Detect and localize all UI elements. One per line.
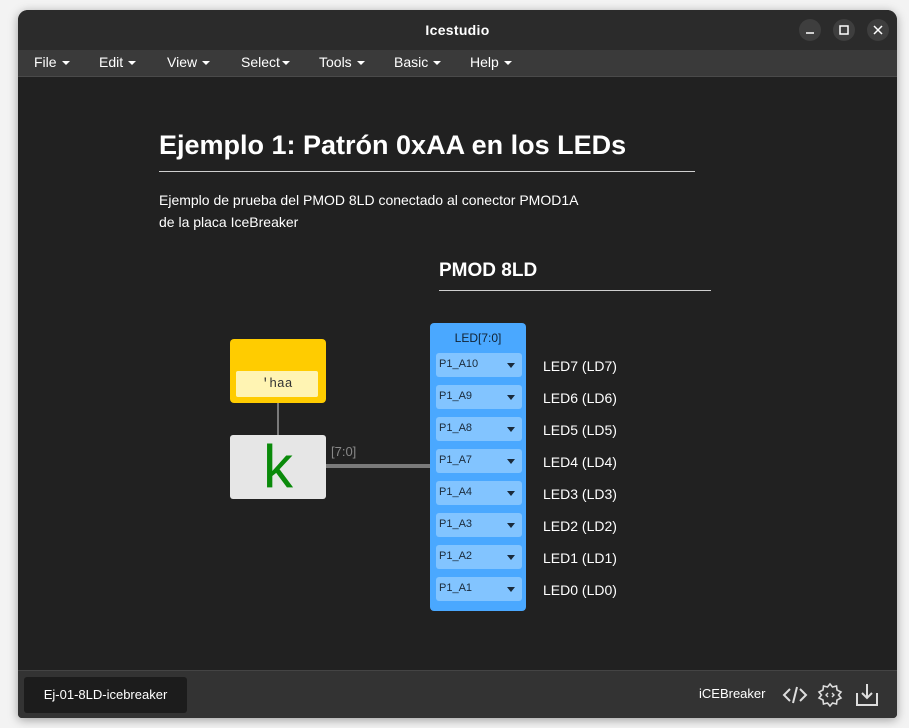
constant-value[interactable]: 'haa <box>236 371 318 397</box>
led-label: LED3 (LD3) <box>543 486 617 502</box>
menu-view-label: View <box>167 54 198 70</box>
app-window: Icestudio File Edit View Select Tools Ba… <box>18 10 897 718</box>
code-icon[interactable] <box>781 681 809 709</box>
pin-label: P1_A9 <box>439 390 473 402</box>
k-block-label: k <box>263 433 293 500</box>
led-label: LED5 (LD5) <box>543 422 617 438</box>
chevron-down-icon <box>281 61 290 66</box>
menu-edit-label: Edit <box>99 54 124 70</box>
chevron-down-icon <box>507 587 515 592</box>
settings-icon[interactable] <box>816 681 844 709</box>
chevron-down-icon <box>507 459 515 464</box>
pin-select[interactable]: P1_A7 <box>436 449 522 473</box>
led-label: LED6 (LD6) <box>543 390 617 406</box>
menu-file-label: File <box>34 54 57 70</box>
menu-file[interactable]: File <box>34 50 70 76</box>
minimize-button[interactable] <box>799 19 821 41</box>
close-button[interactable] <box>867 19 889 41</box>
maximize-button[interactable] <box>833 19 855 41</box>
pin-label: P1_A10 <box>439 358 479 370</box>
pin-select[interactable]: P1_A9 <box>436 385 522 409</box>
led-label: LED4 (LD4) <box>543 454 617 470</box>
menu-help-label: Help <box>470 54 499 70</box>
download-icon[interactable] <box>853 681 881 709</box>
description-line-1: Ejemplo de prueba del PMOD 8LD conectado… <box>159 192 579 208</box>
chevron-down-icon <box>503 61 512 66</box>
pin-select[interactable]: P1_A4 <box>436 481 522 505</box>
menu-bar: File Edit View Select Tools Basic Help <box>18 50 897 77</box>
close-icon <box>873 25 883 35</box>
menu-tools[interactable]: Tools <box>319 50 365 76</box>
pin-select[interactable]: P1_A1 <box>436 577 522 601</box>
chevron-down-icon <box>507 427 515 432</box>
pin-select[interactable]: P1_A8 <box>436 417 522 441</box>
chevron-down-icon <box>507 555 515 560</box>
bus-wire[interactable] <box>326 464 430 468</box>
pmod-heading: PMOD 8LD <box>439 260 711 291</box>
k-block[interactable]: k <box>230 435 326 499</box>
minimize-icon <box>806 32 814 34</box>
menu-tools-label: Tools <box>319 54 352 70</box>
pin-label: P1_A1 <box>439 582 473 594</box>
chevron-down-icon <box>433 61 442 66</box>
status-bar: Ej-01-8LD-icebreaker iCEBreaker <box>18 670 897 718</box>
led-label: LED1 (LD1) <box>543 550 617 566</box>
menu-edit[interactable]: Edit <box>99 50 137 76</box>
title-bar: Icestudio <box>18 10 897 50</box>
pin-select[interactable]: P1_A3 <box>436 513 522 537</box>
page-title: Ejemplo 1: Patrón 0xAA en los LEDs <box>159 130 695 172</box>
pin-label: P1_A2 <box>439 550 473 562</box>
led-label: LED0 (LD0) <box>543 582 617 598</box>
menu-select-label: Select <box>241 54 280 70</box>
pin-label: P1_A8 <box>439 422 473 434</box>
description-line-2: de la placa IceBreaker <box>159 214 299 230</box>
menu-basic-label: Basic <box>394 54 429 70</box>
chevron-down-icon <box>202 61 211 66</box>
maximize-icon <box>839 25 849 35</box>
pin-label: P1_A4 <box>439 486 473 498</box>
chevron-down-icon <box>128 61 137 66</box>
window-title: Icestudio <box>425 22 490 38</box>
led-output-block[interactable]: LED[7:0] P1_A10 P1_A9 P1_A8 P1_A7 P1_A4 … <box>430 323 526 611</box>
pin-select[interactable]: P1_A10 <box>436 353 522 377</box>
led-block-title: LED[7:0] <box>454 331 502 345</box>
pin-select[interactable]: P1_A2 <box>436 545 522 569</box>
chevron-down-icon <box>507 395 515 400</box>
menu-select[interactable]: Select <box>241 50 290 76</box>
pin-label: P1_A7 <box>439 454 473 466</box>
chevron-down-icon <box>507 523 515 528</box>
bus-width-label: [7:0] <box>331 444 357 459</box>
menu-view[interactable]: View <box>167 50 211 76</box>
chevron-down-icon <box>507 363 515 368</box>
pin-label: P1_A3 <box>439 518 473 530</box>
file-tab[interactable]: Ej-01-8LD-icebreaker <box>24 677 187 713</box>
board-name[interactable]: iCEBreaker <box>699 686 765 701</box>
led-label: LED2 (LD2) <box>543 518 617 534</box>
chevron-down-icon <box>356 61 365 66</box>
constant-block[interactable]: 'haa <box>230 339 326 403</box>
design-canvas[interactable]: Ejemplo 1: Patrón 0xAA en los LEDs Ejemp… <box>18 77 897 670</box>
chevron-down-icon <box>507 491 515 496</box>
chevron-down-icon <box>61 61 70 66</box>
menu-basic[interactable]: Basic <box>394 50 442 76</box>
menu-help[interactable]: Help <box>470 50 512 76</box>
wire-constant-to-k[interactable] <box>277 403 279 435</box>
led-label: LED7 (LD7) <box>543 358 617 374</box>
